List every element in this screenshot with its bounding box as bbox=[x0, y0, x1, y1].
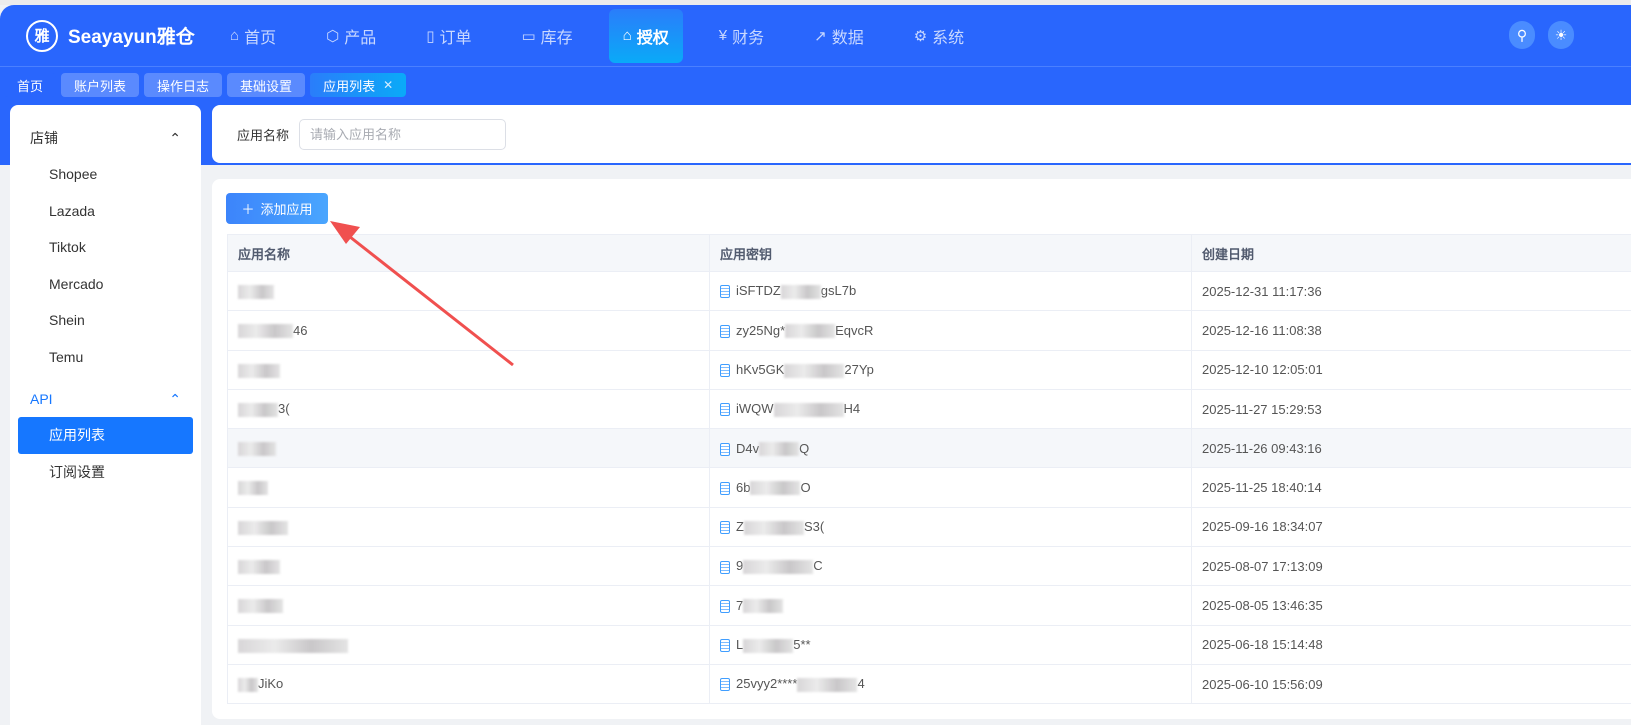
annotation-arrow bbox=[0, 0, 1631, 712]
